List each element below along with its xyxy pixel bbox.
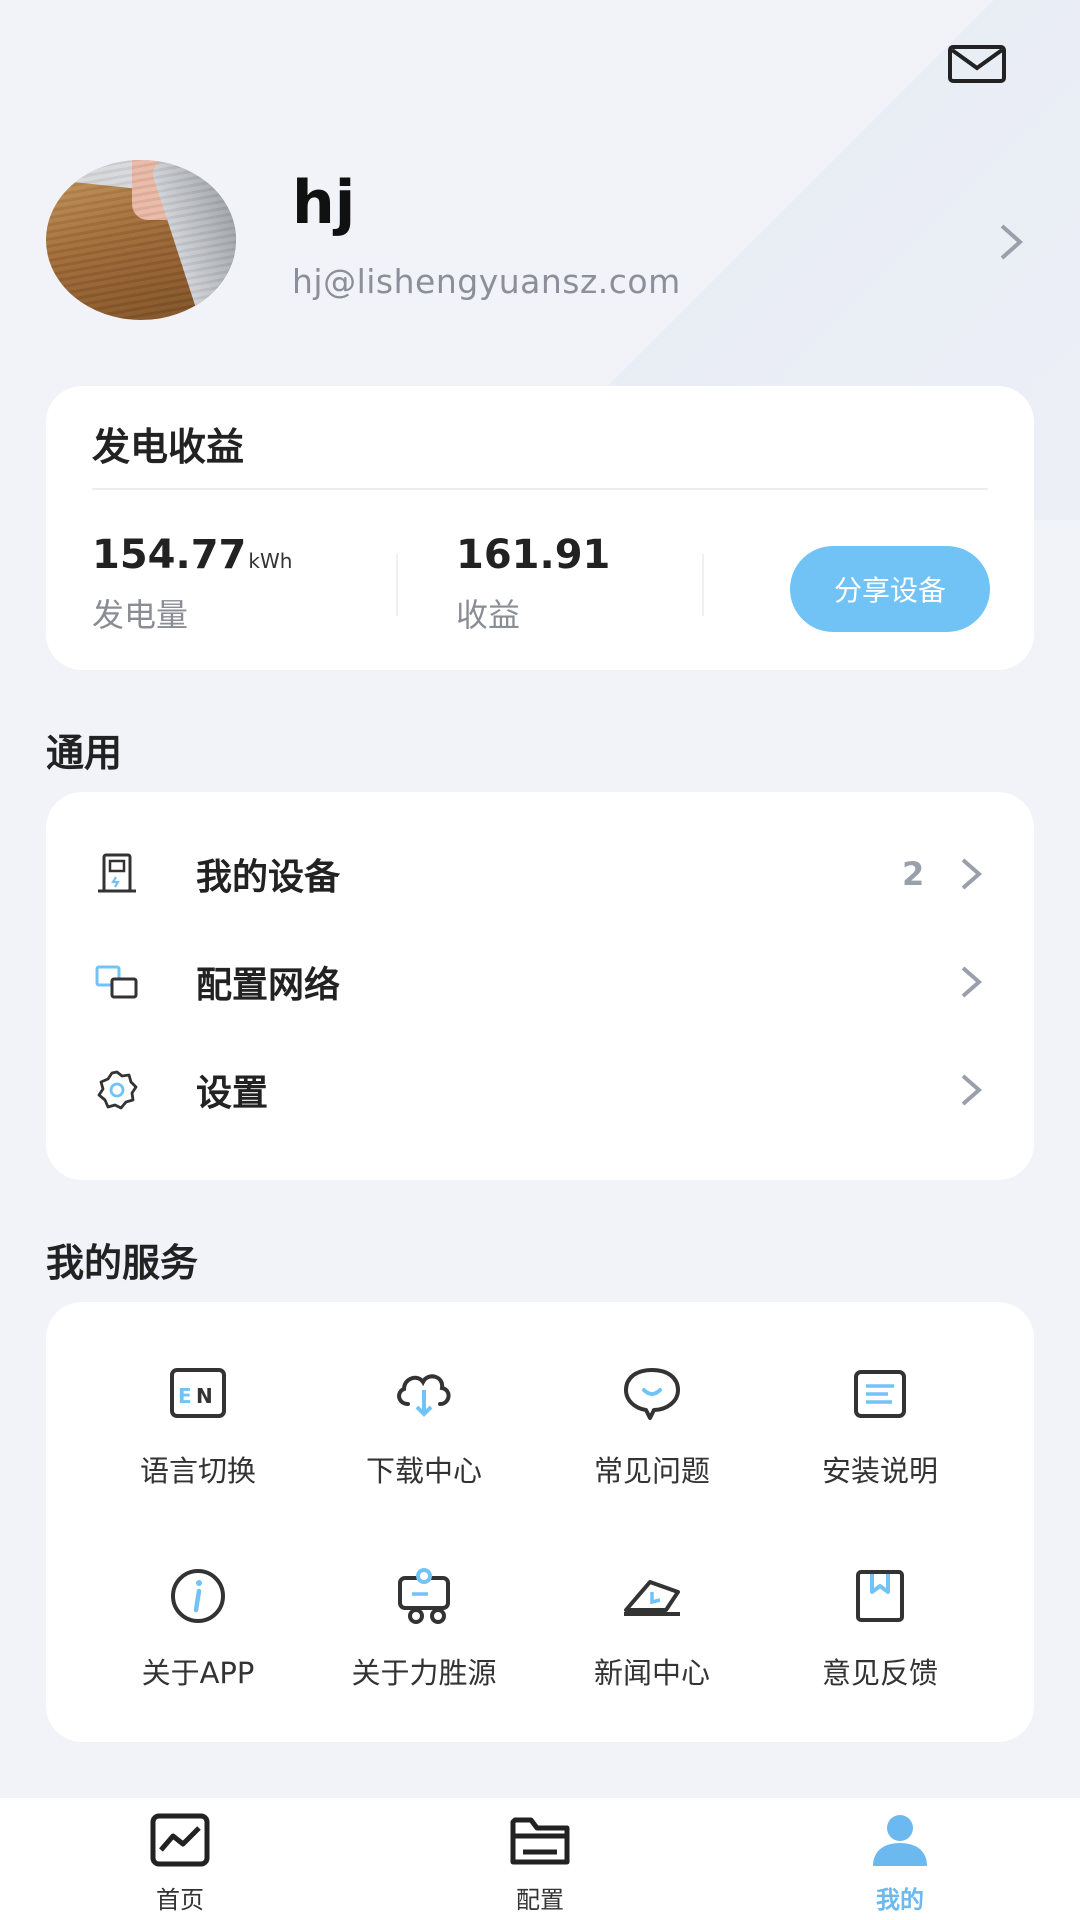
chart-icon [150,1813,210,1867]
service-install-guide[interactable]: 安装说明 [780,1362,980,1490]
services-section-title: 我的服务 [46,1241,199,1285]
chevron-right-icon [961,858,983,890]
mail-icon[interactable] [948,44,1006,84]
service-label: 意见反馈 [821,1656,938,1690]
tab-label: 我的 [876,1886,924,1914]
svg-text:E: E [178,1384,192,1408]
user-email: hj@lishengyuansz.com [292,262,681,301]
info-icon [171,1569,225,1623]
service-label: 语言切换 [139,1454,256,1488]
divider [396,554,398,616]
tab-label: 首页 [156,1886,204,1914]
language-en-icon: E N [170,1368,226,1418]
energy-stat: 154.77 kWh 发电量 [92,532,292,636]
divider [92,488,988,490]
service-download[interactable]: 下载中心 [324,1362,524,1490]
income-label: 收益 [456,596,521,634]
energy-value: 154.77 [92,532,247,578]
network-config-icon [95,965,138,999]
menu-label: 设置 [196,1073,269,1114]
company-icon [398,1568,450,1624]
earnings-title: 发电收益 [92,425,245,469]
menu-item-settings[interactable]: 设置 [46,1040,1034,1140]
document-icon [854,1370,906,1418]
earnings-card: 发电收益 154.77 kWh 发电量 161.91 收益 分享设备 [46,386,1034,670]
cloud-download-icon [397,1374,451,1417]
menu-label: 配置网络 [196,965,341,1006]
chat-bubble-icon [624,1368,680,1420]
tab-label: 配置 [516,1886,564,1914]
menu-label: 我的设备 [196,857,341,898]
device-count: 2 [902,855,925,893]
svg-text:N: N [196,1384,213,1408]
news-icon [624,1580,680,1616]
user-icon [873,1815,927,1866]
service-label: 安装说明 [821,1454,938,1488]
chevron-right-icon [961,1074,983,1106]
general-card: 我的设备 2 配置网络 设置 [46,792,1034,1180]
menu-item-network-config[interactable]: 配置网络 [46,932,1034,1032]
avatar[interactable] [46,160,236,320]
general-section-title: 通用 [46,731,123,775]
energy-label: 发电量 [92,596,189,634]
service-faq[interactable]: 常见问题 [552,1362,752,1490]
service-label: 下载中心 [365,1454,482,1488]
service-feedback[interactable]: 意见反馈 [780,1564,980,1692]
folder-icon [510,1817,570,1865]
service-label: 常见问题 [593,1454,710,1488]
share-device-button[interactable]: 分享设备 [790,546,990,632]
menu-item-my-devices[interactable]: 我的设备 2 [46,824,1034,924]
divider [702,554,704,616]
username: hj [292,168,356,238]
tab-home[interactable]: 首页 [110,1812,250,1915]
service-about-company[interactable]: 关于力胜源 [324,1564,524,1692]
service-label: 关于APP [141,1656,255,1690]
income-stat: 161.91 收益 [456,532,610,636]
device-icon [98,853,136,893]
chevron-right-icon[interactable] [996,222,1026,262]
bottom-tab-bar: 首页 配置 我的 [0,1798,1080,1920]
income-value: 161.91 [456,532,611,578]
chevron-right-icon [961,966,983,998]
service-about-app[interactable]: 关于APP [98,1564,298,1692]
gear-icon [97,1070,138,1110]
service-label: 关于力胜源 [351,1656,497,1690]
service-label: 新闻中心 [593,1656,710,1690]
service-language[interactable]: E N 语言切换 [98,1362,298,1490]
service-news[interactable]: 新闻中心 [552,1564,752,1692]
tab-mine[interactable]: 我的 [830,1812,970,1915]
services-card: E N 语言切换 下载中心 常见问题 安装说明 关于APP 关于力胜源 新闻中心… [46,1302,1034,1742]
tab-config[interactable]: 配置 [470,1812,610,1915]
bookmark-icon [856,1570,904,1622]
energy-unit: kWh [248,549,293,573]
